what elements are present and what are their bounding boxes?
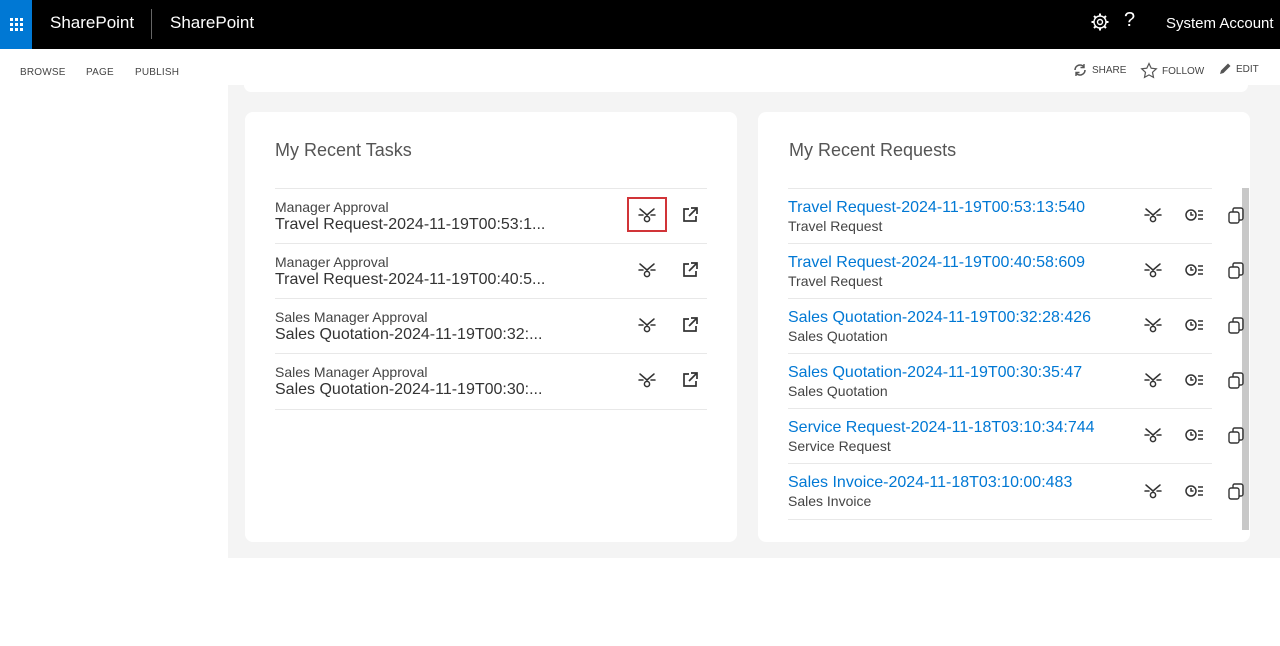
- tab-page[interactable]: PAGE: [86, 67, 114, 78]
- workflow-view-icon[interactable]: [637, 370, 657, 390]
- history-icon[interactable]: [1184, 260, 1204, 280]
- workflow-view-icon[interactable]: [1143, 315, 1163, 335]
- task-step: Manager Approval: [275, 199, 389, 215]
- history-icon[interactable]: [1184, 370, 1204, 390]
- task-name: Travel Request-2024-11-19T00:53:1...: [275, 216, 546, 233]
- workflow-view-icon[interactable]: [637, 205, 657, 225]
- share-label: SHARE: [1092, 64, 1127, 76]
- history-icon[interactable]: [1184, 315, 1204, 335]
- recent-requests-title: My Recent Requests: [789, 140, 957, 160]
- suite-bar: SharePoint SharePoint ? System Account: [0, 0, 1280, 49]
- copy-icon[interactable]: [1226, 315, 1246, 335]
- task-name: Sales Quotation-2024-11-19T00:32:...: [275, 326, 543, 343]
- workflow-view-icon[interactable]: [1143, 205, 1163, 225]
- star-icon: [1140, 62, 1158, 79]
- workflow-view-icon[interactable]: [1143, 425, 1163, 445]
- suitebar-divider: [151, 9, 152, 39]
- request-type: Sales Invoice: [788, 493, 872, 509]
- request-link[interactable]: Service Request-2024-11-18T03:10:34:744: [788, 419, 1095, 437]
- pencil-icon: [1220, 63, 1231, 74]
- task-step: Sales Manager Approval: [275, 364, 428, 380]
- open-external-icon[interactable]: [680, 315, 700, 335]
- request-link[interactable]: Sales Quotation-2024-11-19T00:30:35:47: [788, 364, 1082, 382]
- request-type: Travel Request: [788, 218, 883, 234]
- copy-icon[interactable]: [1226, 260, 1246, 280]
- follow-label: FOLLOW: [1162, 65, 1205, 77]
- gear-icon[interactable]: [1090, 12, 1110, 32]
- history-icon[interactable]: [1184, 205, 1204, 225]
- request-type: Travel Request: [788, 273, 883, 289]
- open-external-icon[interactable]: [680, 260, 700, 280]
- workflow-view-icon[interactable]: [1143, 260, 1163, 280]
- copy-icon[interactable]: [1226, 481, 1246, 501]
- previous-card-bottom: [244, 85, 1248, 92]
- requests-scrollbar[interactable]: [1242, 188, 1249, 530]
- task-step: Manager Approval: [275, 254, 389, 270]
- tab-browse[interactable]: BROWSE: [20, 67, 66, 78]
- open-external-icon[interactable]: [680, 205, 700, 225]
- request-type: Sales Quotation: [788, 328, 888, 344]
- copy-icon[interactable]: [1226, 425, 1246, 445]
- task-name: Travel Request-2024-11-19T00:40:5...: [275, 271, 546, 288]
- history-icon[interactable]: [1184, 481, 1204, 501]
- share-icon: [1074, 64, 1086, 76]
- site-title-link[interactable]: SharePoint: [170, 13, 254, 33]
- open-external-icon[interactable]: [680, 370, 700, 390]
- request-link[interactable]: Travel Request-2024-11-19T00:53:13:540: [788, 199, 1085, 217]
- account-menu[interactable]: System Account: [1166, 15, 1274, 32]
- request-type: Sales Quotation: [788, 383, 888, 399]
- brand-link[interactable]: SharePoint: [50, 13, 134, 33]
- workflow-view-icon[interactable]: [637, 260, 657, 280]
- request-link[interactable]: Travel Request-2024-11-19T00:40:58:609: [788, 254, 1085, 272]
- share-button[interactable]: SHARE: [1072, 62, 1126, 78]
- request-type: Service Request: [788, 438, 891, 454]
- follow-button[interactable]: FOLLOW: [1140, 62, 1204, 80]
- history-icon[interactable]: [1184, 425, 1204, 445]
- app-launcher-icon[interactable]: [0, 0, 32, 49]
- tab-publish[interactable]: PUBLISH: [135, 67, 179, 78]
- workflow-view-icon[interactable]: [1143, 370, 1163, 390]
- task-name: Sales Quotation-2024-11-19T00:30:...: [275, 381, 543, 398]
- copy-icon[interactable]: [1226, 370, 1246, 390]
- copy-icon[interactable]: [1226, 205, 1246, 225]
- recent-tasks-title: My Recent Tasks: [275, 140, 412, 160]
- workflow-view-icon[interactable]: [637, 315, 657, 335]
- request-link[interactable]: Sales Quotation-2024-11-19T00:32:28:426: [788, 309, 1091, 327]
- workflow-view-icon[interactable]: [1143, 481, 1163, 501]
- task-step: Sales Manager Approval: [275, 309, 428, 325]
- edit-label: EDIT: [1236, 63, 1259, 75]
- help-icon[interactable]: ?: [1124, 9, 1135, 32]
- edit-button[interactable]: EDIT: [1218, 62, 1259, 76]
- request-link[interactable]: Sales Invoice-2024-11-18T03:10:00:483: [788, 474, 1072, 492]
